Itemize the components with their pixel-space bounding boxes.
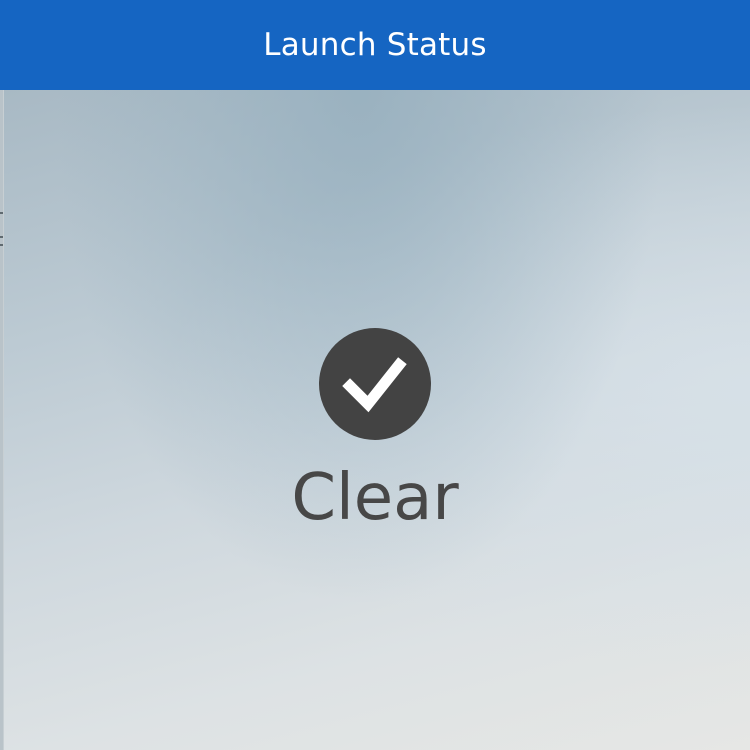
status-content-area: Clear: [0, 90, 750, 750]
launch-status-indicator: Clear: [0, 328, 750, 530]
status-label: Clear: [291, 461, 459, 535]
navigation-bar: Launch Status: [0, 0, 750, 90]
checkmark-icon: [342, 357, 407, 413]
page-title: Launch Status: [263, 26, 487, 63]
status-badge: [319, 328, 431, 440]
edge-mark-middle: [0, 236, 3, 238]
edge-mark-lower: [0, 244, 3, 246]
edge-mark-top: [0, 212, 3, 214]
launch-status-screen: Launch Status Clear: [0, 0, 750, 750]
